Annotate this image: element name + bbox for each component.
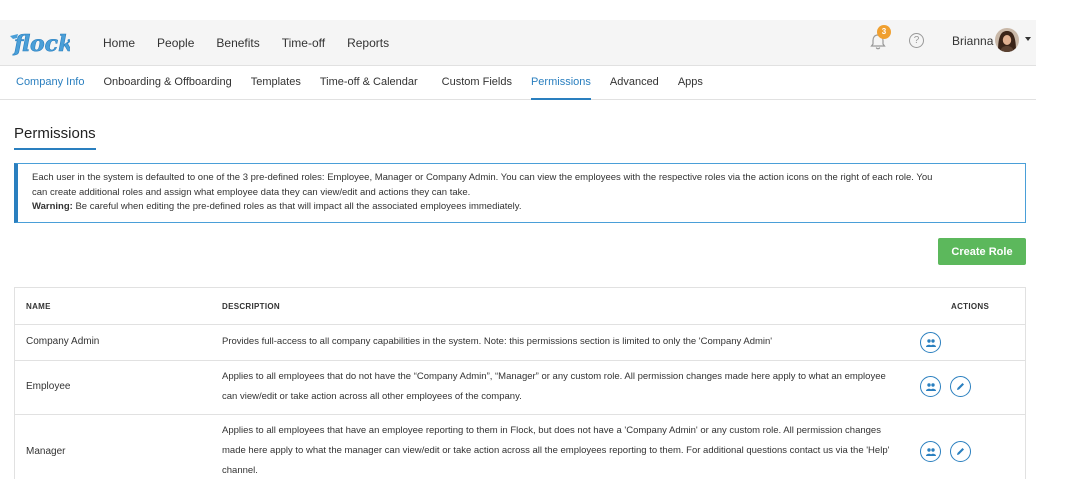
- tab-permissions[interactable]: Permissions: [530, 66, 591, 100]
- settings-tabs: Company Info Onboarding & Offboarding Te…: [0, 66, 1036, 100]
- tab-time-off-calendar[interactable]: Time-off & Calendar: [320, 66, 418, 100]
- pencil-icon: [957, 448, 964, 455]
- users-icon: [925, 447, 936, 456]
- tab-templates[interactable]: Templates: [251, 66, 301, 100]
- avatar[interactable]: [995, 28, 1019, 52]
- nav-time-off[interactable]: Time-off: [282, 36, 325, 50]
- role-description: Applies to all employees that do not hav…: [222, 371, 886, 402]
- tab-custom-fields[interactable]: Custom Fields: [442, 66, 512, 100]
- role-description: Provides full-access to all company capa…: [222, 336, 773, 347]
- view-employees-button[interactable]: [920, 332, 941, 353]
- user-name[interactable]: Brianna: [952, 34, 993, 48]
- pencil-icon: [957, 383, 964, 390]
- edit-role-button[interactable]: [950, 441, 971, 462]
- info-box: Each user in the system is defaulted to …: [14, 163, 1026, 223]
- info-line-2: can create additional roles and assign w…: [32, 186, 471, 198]
- warning-text: Be careful when editing the pre-defined …: [72, 201, 522, 212]
- table-row: Employee Applies to all employees that d…: [15, 361, 1025, 415]
- create-role-button[interactable]: Create Role: [938, 238, 1026, 265]
- flock-logo[interactable]: flock: [8, 26, 70, 58]
- table-row: Company Admin Provides full-access to al…: [15, 325, 1025, 361]
- question-icon[interactable]: ?: [909, 33, 924, 48]
- nav-people[interactable]: People: [157, 36, 194, 50]
- top-bar: flock Home People Benefits Time-off Repo…: [0, 20, 1036, 66]
- table-row: Manager Applies to all employees that ha…: [15, 415, 1025, 479]
- tab-company-info[interactable]: Company Info: [16, 66, 84, 100]
- column-header-description: DESCRIPTION: [222, 302, 280, 311]
- notification-badge: 3: [877, 25, 891, 39]
- info-warning: Warning: Be careful when editing the pre…: [32, 200, 1011, 215]
- warning-label: Warning:: [32, 201, 73, 212]
- role-name: Company Admin: [26, 336, 100, 347]
- roles-table: NAME DESCRIPTION ACTIONS Company Admin P…: [14, 287, 1026, 479]
- page-title: Permissions: [14, 125, 96, 150]
- tab-apps[interactable]: Apps: [678, 66, 703, 100]
- top-navigation: Home People Benefits Time-off Reports: [103, 20, 411, 66]
- info-line-1: Each user in the system is defaulted to …: [32, 172, 933, 183]
- view-employees-button[interactable]: [920, 441, 941, 462]
- column-header-name: NAME: [26, 302, 51, 311]
- role-description: Applies to all employees that have an em…: [222, 425, 890, 476]
- edit-role-button[interactable]: [950, 376, 971, 397]
- nav-reports[interactable]: Reports: [347, 36, 389, 50]
- column-header-actions: ACTIONS: [951, 302, 990, 311]
- tab-advanced[interactable]: Advanced: [610, 66, 659, 100]
- nav-benefits[interactable]: Benefits: [216, 36, 259, 50]
- view-employees-button[interactable]: [920, 376, 941, 397]
- logo-text: flock: [12, 31, 70, 57]
- users-icon: [925, 338, 936, 347]
- role-name: Employee: [26, 381, 71, 392]
- nav-home[interactable]: Home: [103, 36, 135, 50]
- tab-onboarding-offboarding[interactable]: Onboarding & Offboarding: [103, 66, 231, 100]
- role-name: Manager: [26, 446, 66, 457]
- table-header: NAME DESCRIPTION ACTIONS: [15, 288, 1025, 325]
- chevron-down-icon[interactable]: [1025, 37, 1031, 41]
- users-icon: [925, 382, 936, 391]
